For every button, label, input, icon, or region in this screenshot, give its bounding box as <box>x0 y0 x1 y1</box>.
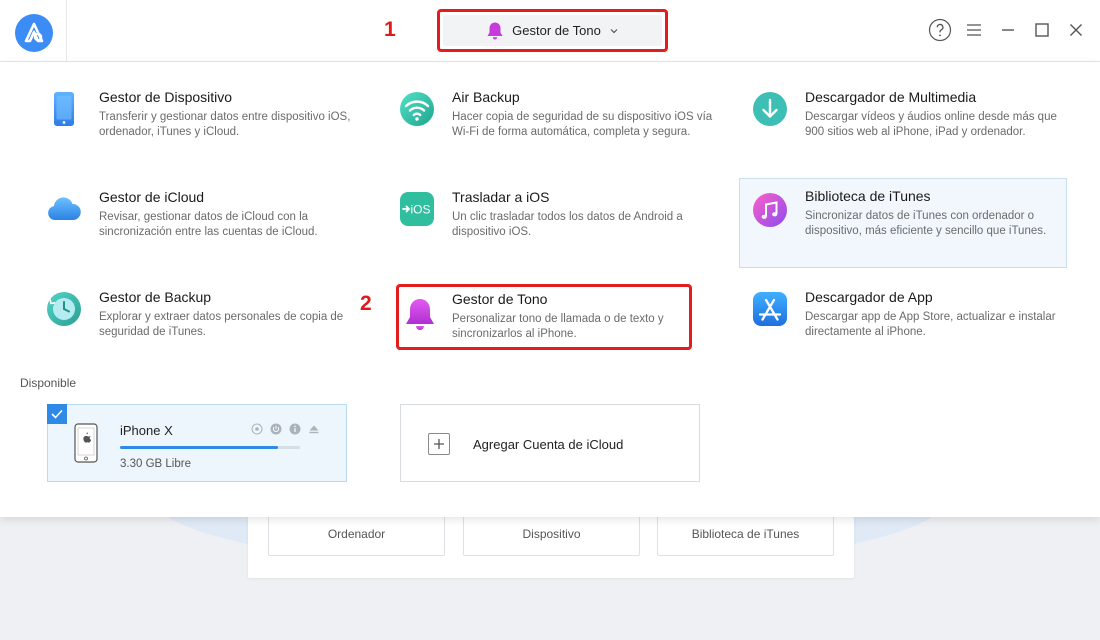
title-bar: 1 Gestor de Tono <box>0 0 1100 62</box>
feature-gestor-dispositivo[interactable]: Gestor de Dispositivo Transferir y gesti… <box>39 62 367 152</box>
device-actions <box>251 423 320 435</box>
feature-trasladar-ios[interactable]: iOS Trasladar a iOS Un clic trasladar to… <box>392 162 720 252</box>
eject-icon[interactable] <box>308 423 320 435</box>
dispositivo-button[interactable]: Dispositivo <box>463 512 640 556</box>
app-store-icon <box>752 291 788 327</box>
feature-gestor-tono[interactable]: Gestor de Tono Personalizar tono de llam… <box>396 284 692 350</box>
feature-description: Hacer copia de seguridad de su dispositi… <box>452 111 713 138</box>
available-section-label: Disponible <box>20 376 77 390</box>
feature-description: Descargar app de App Store, actualizar e… <box>805 311 1056 338</box>
logo-divider <box>66 0 67 62</box>
phone-icon <box>46 91 82 127</box>
device-card-iphone[interactable]: iPhone X 3.30 GB Libre <box>47 404 347 482</box>
power-icon[interactable] <box>270 423 282 435</box>
info-icon[interactable] <box>289 423 301 435</box>
move-to-ios-icon: iOS <box>399 191 435 227</box>
feature-description: Un clic trasladar todos los datos de And… <box>452 211 683 238</box>
feature-title: Biblioteca de iTunes <box>805 188 931 204</box>
close-icon[interactable] <box>1064 18 1088 42</box>
feature-title: Trasladar a iOS <box>452 189 550 205</box>
feature-title: Gestor de Backup <box>99 289 212 305</box>
mode-selector-button[interactable]: Gestor de Tono <box>443 15 662 46</box>
iphone-device-icon <box>74 423 98 463</box>
maximize-icon[interactable] <box>1030 18 1054 42</box>
feature-descargador-app[interactable]: Descargador de App Descargar app de App … <box>745 262 1073 352</box>
storage-progress-fill <box>120 446 279 449</box>
feature-description: Sincronizar datos de iTunes con ordenado… <box>805 210 1047 237</box>
window-controls <box>928 18 1088 42</box>
bell-icon <box>486 21 504 41</box>
backup-clock-icon <box>46 291 82 327</box>
feature-title: Descargador de Multimedia <box>805 89 977 105</box>
chevron-down-icon <box>609 26 619 36</box>
feature-air-backup[interactable]: Air Backup Hacer copia de seguridad de s… <box>392 62 720 152</box>
feature-title: Descargador de App <box>805 289 933 305</box>
feature-descargador-multimedia[interactable]: Descargador de Multimedia Descargar víde… <box>745 62 1073 152</box>
feature-biblioteca-itunes[interactable]: Biblioteca de iTunes Sincronizar datos d… <box>739 178 1067 268</box>
music-icon <box>752 192 788 228</box>
add-icloud-account-label: Agregar Cuenta de iCloud <box>473 437 624 452</box>
minimize-icon[interactable] <box>996 18 1020 42</box>
add-icloud-account-card[interactable]: Agregar Cuenta de iCloud <box>400 404 700 482</box>
svg-text:iOS: iOS <box>410 203 430 217</box>
feature-dropdown-panel: Gestor de Dispositivo Transferir y gesti… <box>0 62 1100 517</box>
feature-title: Air Backup <box>452 89 520 105</box>
annotation-2: 2 <box>360 292 372 315</box>
annotation-1: 1 <box>384 18 396 41</box>
help-icon[interactable] <box>928 18 952 42</box>
feature-description: Transferir y gestionar datos entre dispo… <box>99 111 351 138</box>
feature-gestor-icloud[interactable]: Gestor de iCloud Revisar, gestionar dato… <box>39 162 367 252</box>
device-name: iPhone X <box>120 423 173 438</box>
device-storage-free: 3.30 GB Libre <box>120 458 191 470</box>
menu-icon[interactable] <box>962 18 986 42</box>
settings-icon[interactable] <box>251 423 263 435</box>
feature-title: Gestor de iCloud <box>99 189 205 205</box>
feature-gestor-backup[interactable]: Gestor de Backup Explorar y extraer dato… <box>39 262 367 352</box>
ordenador-button[interactable]: Ordenador <box>268 512 445 556</box>
biblioteca-itunes-button[interactable]: Biblioteca de iTunes <box>657 512 834 556</box>
app-logo-icon <box>15 14 53 52</box>
feature-description: Revisar, gestionar datos de iCloud con l… <box>99 211 318 238</box>
plus-icon <box>428 433 450 455</box>
mode-selector-dropdown[interactable]: Gestor de Tono <box>437 9 668 52</box>
download-icon <box>752 91 788 127</box>
bell-icon <box>402 297 438 333</box>
feature-description: Descargar vídeos y áudios online desde m… <box>805 111 1057 138</box>
feature-description: Personalizar tono de llamada o de texto … <box>452 313 664 340</box>
mode-selector-label: Gestor de Tono <box>512 23 601 38</box>
storage-progress-bar <box>120 446 300 449</box>
checkmark-icon <box>47 404 67 424</box>
feature-title: Gestor de Tono <box>452 291 548 307</box>
feature-description: Explorar y extraer datos personales de c… <box>99 311 344 338</box>
wifi-icon <box>399 91 435 127</box>
feature-title: Gestor de Dispositivo <box>99 89 233 105</box>
cloud-icon <box>46 191 82 227</box>
